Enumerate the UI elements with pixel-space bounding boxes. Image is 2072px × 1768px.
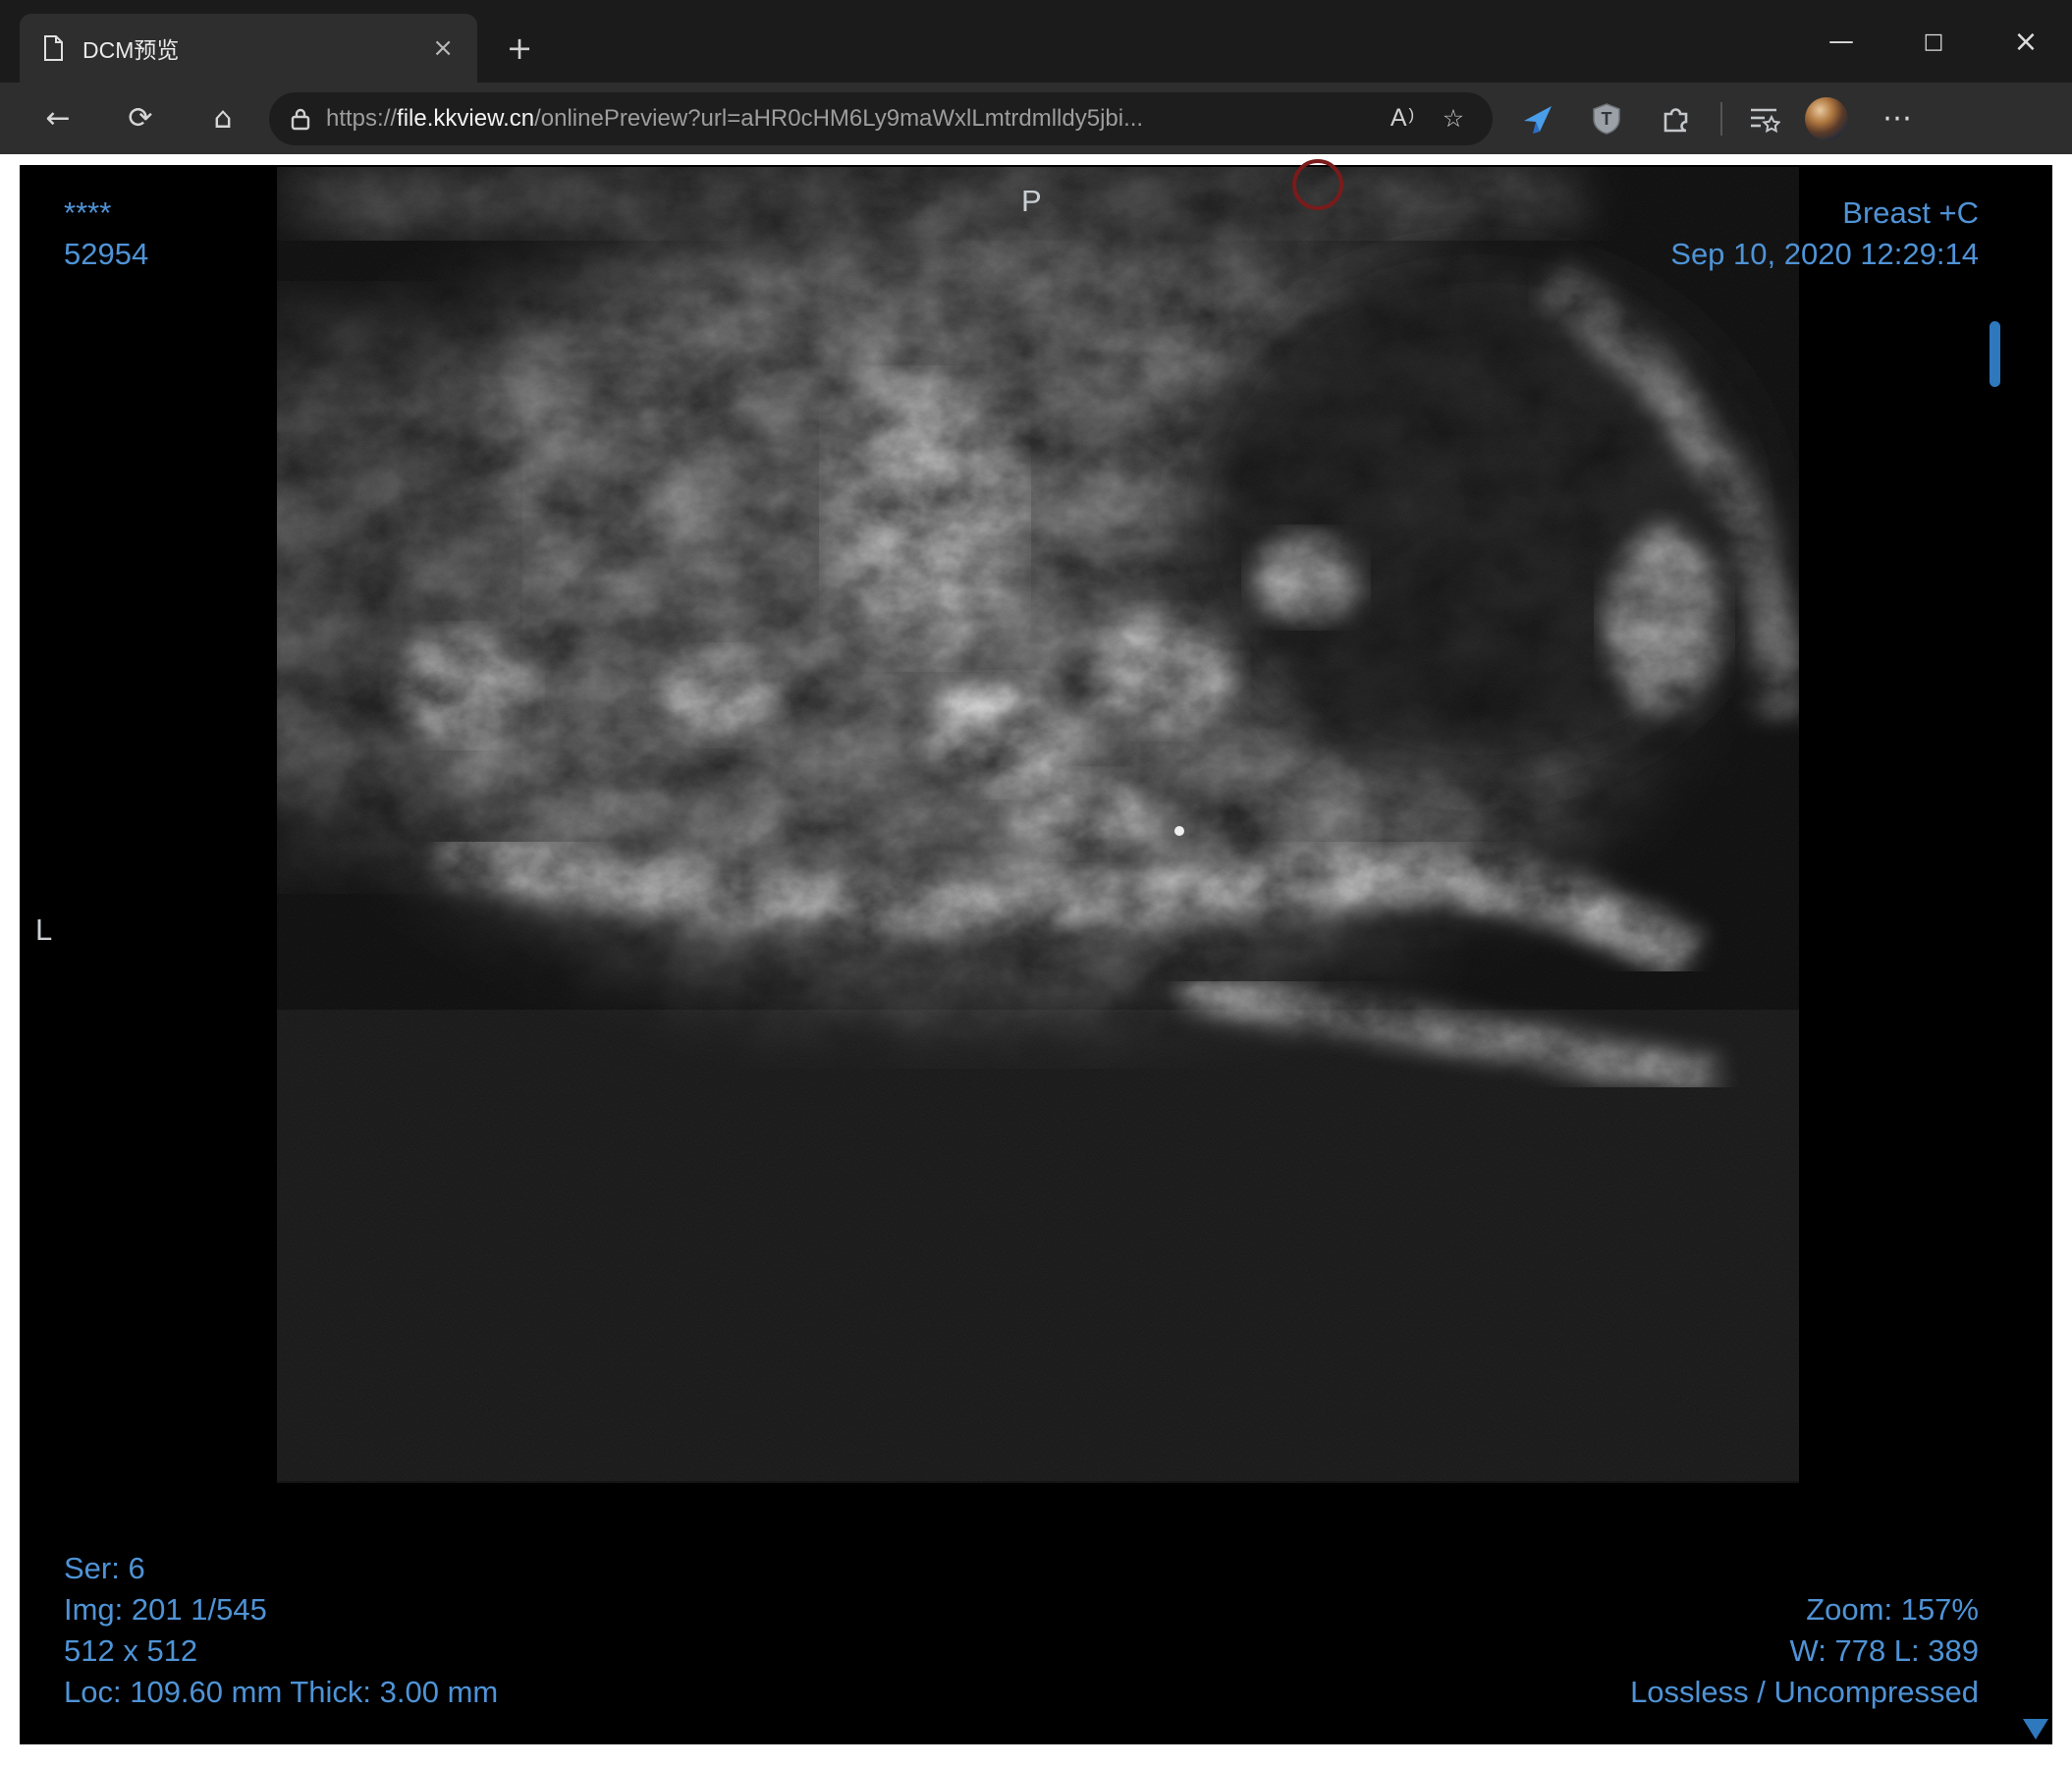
shield-icon: T <box>1593 102 1620 135</box>
orientation-marker-left: L <box>35 912 53 947</box>
read-aloud-letter: A <box>1390 104 1407 132</box>
study-description: Breast +C <box>1842 195 1979 230</box>
tab-title: DCM预览 <box>82 37 180 63</box>
favorite-button[interactable]: ☆ <box>1428 97 1479 140</box>
patient-number: 52954 <box>64 237 149 271</box>
settings-menu-button[interactable]: ⋯ <box>1870 91 1925 146</box>
url-domain: file.kkview.cn <box>397 104 535 132</box>
profile-avatar[interactable] <box>1805 96 1848 140</box>
blue-bird-icon <box>1524 105 1552 134</box>
read-aloud-wave: ) <box>1408 104 1415 124</box>
blue-extension-icon[interactable] <box>1510 91 1565 146</box>
favorites-list-button[interactable] <box>1736 91 1791 146</box>
orientation-marker-posterior: P <box>1021 184 1042 218</box>
study-info-overlay: Breast +C Sep 10, 2020 12:29:14 <box>1670 193 1979 275</box>
series-info-overlay: Ser: 6 Img: 201 1/545 512 x 512 Loc: 109… <box>64 1548 498 1713</box>
mri-image <box>20 165 2052 1744</box>
lock-icon <box>291 108 310 130</box>
patient-info-overlay: **** 52954 <box>64 193 148 275</box>
url-scheme: https:// <box>326 104 398 132</box>
refresh-button[interactable]: ⟳ <box>106 91 175 146</box>
study-datetime: Sep 10, 2020 12:29:14 <box>1670 237 1979 271</box>
image-number: Img: 201 1/545 <box>64 1592 267 1627</box>
address-bar[interactable]: https://file.kkview.cn/onlinePreview?url… <box>269 91 1493 145</box>
compression-info: Lossless / Uncompressed <box>1630 1675 1979 1709</box>
dicom-canvas[interactable]: **** 52954 Breast +C Sep 10, 2020 12:29:… <box>20 159 2052 1744</box>
window-level: W: 778 L: 389 <box>1789 1633 1979 1668</box>
extensions-button[interactable] <box>1648 91 1703 146</box>
display-info-overlay: Zoom: 157% W: 778 L: 389 Lossless / Unco… <box>1630 1589 1979 1713</box>
read-aloud-button[interactable]: A) <box>1377 97 1428 140</box>
page-body: **** 52954 Breast +C Sep 10, 2020 12:29:… <box>0 154 2072 1768</box>
annotation-circle <box>1292 159 1343 210</box>
puzzle-icon <box>1663 107 1688 132</box>
back-button[interactable]: ← <box>24 91 92 146</box>
home-button[interactable]: ⌂ <box>189 91 257 146</box>
scroll-down-arrow-icon[interactable] <box>2023 1719 2048 1740</box>
image-matrix: 512 x 512 <box>64 1633 198 1668</box>
tab-strip: DCM预览 × + — □ × <box>0 0 2072 83</box>
window-controls: — □ × <box>1795 0 2072 83</box>
shield-letter: T <box>1602 109 1612 129</box>
favorites-list-icon <box>1751 108 1780 133</box>
slice-location: Loc: 109.60 mm Thick: 3.00 mm <box>64 1675 499 1709</box>
browser-tab[interactable]: DCM预览 × <box>20 14 477 83</box>
tab-close-icon[interactable]: × <box>424 33 462 63</box>
maximize-button[interactable]: □ <box>1887 0 1980 83</box>
zoom-level: Zoom: 157% <box>1806 1592 1979 1627</box>
close-button[interactable]: × <box>1980 0 2072 83</box>
patient-id-masked: **** <box>64 195 112 230</box>
shield-extension-icon[interactable]: T <box>1579 91 1634 146</box>
new-tab-button[interactable]: + <box>497 26 542 71</box>
minimize-button[interactable]: — <box>1795 0 1887 83</box>
toolbar-separator <box>1720 101 1722 136</box>
page-icon <box>44 35 63 61</box>
url-text: https://file.kkview.cn/onlinePreview?url… <box>326 105 1377 133</box>
url-path: /onlinePreview?url=aHR0cHM6Ly9maWxlLmtrd… <box>534 104 1144 132</box>
browser-toolbar: ← ⟳ ⌂ https://file.kkview.cn/onlinePrevi… <box>0 83 2072 154</box>
series-number: Ser: 6 <box>64 1551 145 1585</box>
scrollbar-thumb[interactable] <box>1990 321 2000 387</box>
